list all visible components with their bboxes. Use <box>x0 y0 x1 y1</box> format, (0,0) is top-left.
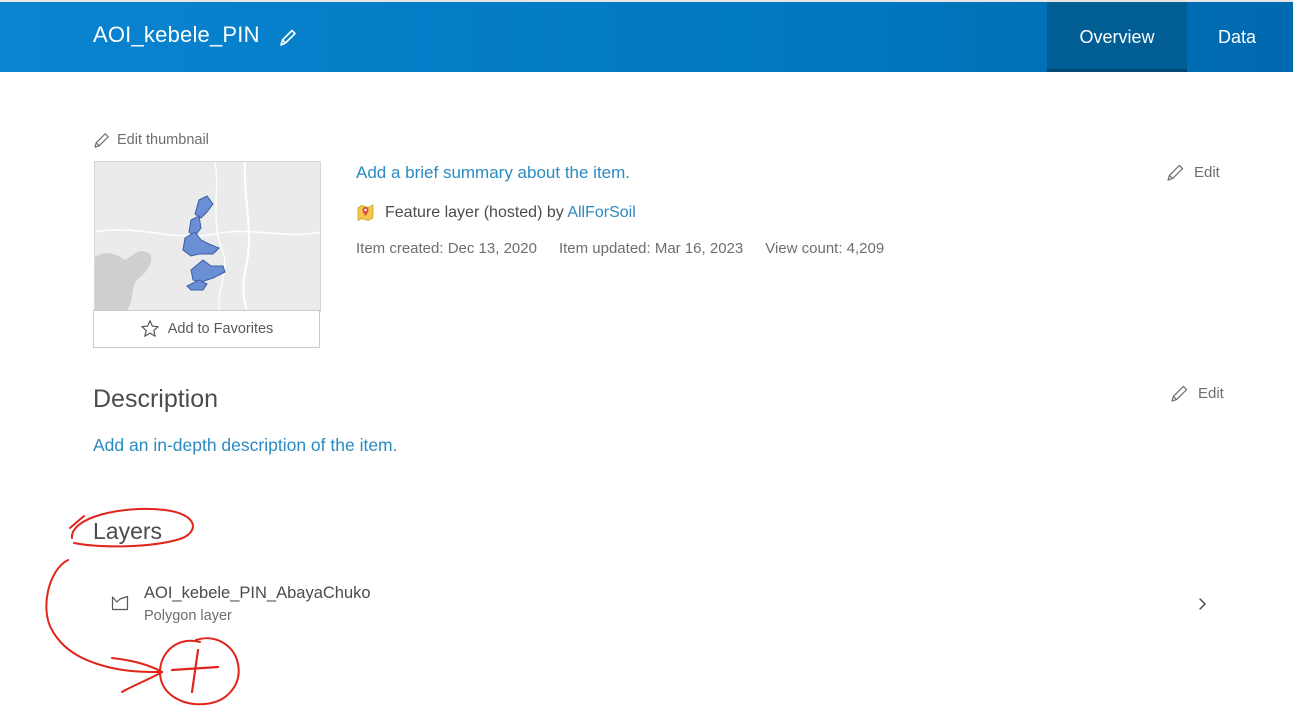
item-meta: Item created: Dec 13, 2020 Item updated:… <box>356 240 884 257</box>
feature-layer-icon <box>357 204 374 222</box>
pencil-icon <box>94 133 109 148</box>
edit-thumbnail-label: Edit thumbnail <box>117 132 209 148</box>
description-link[interactable]: Add an in-depth description of the item. <box>93 435 398 456</box>
layers-heading: Layers <box>93 518 163 544</box>
item-type-line: Feature layer (hosted) by AllForSoil <box>356 203 636 222</box>
thumbnail-map-image <box>95 162 320 312</box>
pencil-icon <box>1171 385 1188 402</box>
view-count: View count: 4,209 <box>765 240 885 257</box>
summary-link[interactable]: Add a brief summary about the item. <box>356 163 630 183</box>
summary-edit-button[interactable]: Edit <box>1166 162 1220 182</box>
pencil-icon[interactable] <box>278 27 298 49</box>
layer-name: AOI_kebele_PIN_AbayaChuko <box>144 584 371 602</box>
pencil-icon <box>1167 164 1184 181</box>
item-type-label: Feature layer (hosted) <box>385 203 543 221</box>
add-to-favorites-label: Add to Favorites <box>167 321 274 337</box>
description-edit-label: Edit <box>1198 384 1224 402</box>
tab-data-label: Data <box>1217 26 1257 47</box>
item-thumbnail <box>94 161 321 312</box>
summary-edit-label: Edit <box>1194 163 1220 181</box>
chevron-right-icon <box>1199 598 1206 610</box>
tab-overview[interactable]: Overview <box>1047 2 1187 72</box>
updated-date: Item updated: Mar 16, 2023 <box>558 240 744 257</box>
polygon-layer-icon <box>111 595 129 611</box>
description-heading: Description <box>93 385 219 413</box>
add-to-favorites-button[interactable]: Add to Favorites <box>93 310 320 348</box>
edit-thumbnail-button[interactable]: Edit thumbnail <box>93 131 209 149</box>
created-date: Item created: Dec 13, 2020 <box>356 240 537 257</box>
layer-list-item[interactable]: AOI_kebele_PIN_AbayaChuko Polygon layer <box>93 575 1223 633</box>
tab-overview-label: Overview <box>1079 26 1155 47</box>
item-title: AOI_kebele_PIN <box>93 22 260 47</box>
item-header: AOI_kebele_PIN Overview Data <box>0 2 1293 72</box>
description-edit-button[interactable]: Edit <box>1170 383 1224 403</box>
star-icon <box>140 320 159 337</box>
tab-data[interactable]: Data <box>1187 2 1287 72</box>
item-type-by: by <box>546 203 564 221</box>
owner-link[interactable]: AllForSoil <box>567 204 635 221</box>
layer-type: Polygon layer <box>144 608 232 624</box>
